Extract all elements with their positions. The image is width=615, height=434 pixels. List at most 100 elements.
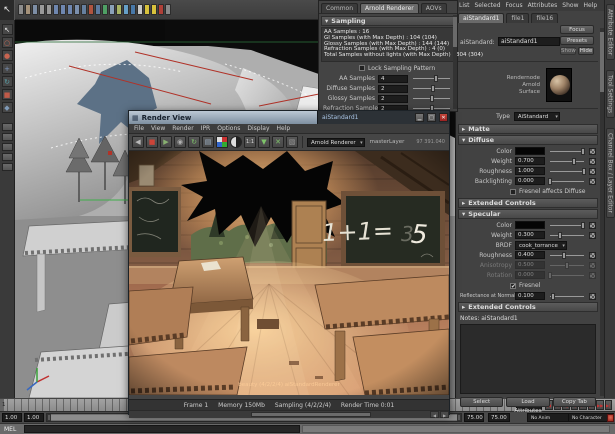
menu-item[interactable]: Options [217,125,240,132]
alpha-channel-icon[interactable] [230,136,242,148]
slider-handle[interactable] [430,95,434,102]
slider-handle[interactable] [581,222,585,229]
copy-tab-button[interactable]: Copy Tab [553,397,596,407]
map-button[interactable] [589,148,596,155]
rotate-tool[interactable]: ↻ [2,76,13,87]
value-field[interactable]: 0.400 [515,251,545,259]
slider-track[interactable] [550,255,584,256]
go-to-end-button[interactable]: ▶| [605,400,613,410]
dock-vertical-tab[interactable]: Channel Box / Layer Editor [606,128,615,218]
rgba-channels-icon[interactable] [216,136,228,148]
layout-hypershade[interactable] [2,163,13,171]
snapshot-icon[interactable]: ◉ [174,136,186,148]
slider-track[interactable] [550,171,584,172]
notes-textarea[interactable] [460,324,596,394]
command-input-field[interactable] [24,425,300,433]
curve-tool-icon[interactable] [95,4,101,15]
menu-item[interactable]: Attributes [528,2,558,9]
undo-icon[interactable] [39,4,45,15]
slider-track[interactable] [550,181,584,182]
previous-image-icon[interactable]: ◀ [132,136,144,148]
specular-section-header[interactable]: ▾ Specular [458,209,598,219]
render-settings-icon[interactable] [144,4,150,15]
render-settings-tab[interactable]: Arnold Renderer [360,3,419,13]
poly-cube-icon[interactable] [53,4,59,15]
rendered-image[interactable]: 1+1= 3 5 [129,151,449,395]
show-button[interactable]: Show [560,47,576,55]
scale-tool[interactable]: ■ [2,89,13,100]
extended-controls-header[interactable]: ▸ Extended Controls [458,198,598,208]
move-tool[interactable]: + [2,63,13,74]
slider-track[interactable] [550,235,584,236]
map-button[interactable] [589,178,596,185]
node-tab[interactable]: file16 [531,13,558,23]
renderer-dropdown[interactable]: Arnold Renderer ▾ [307,138,365,147]
slider-handle[interactable] [562,252,566,259]
map-button[interactable] [589,293,596,300]
slider-handle[interactable] [558,232,562,239]
scroll-right-icon[interactable]: ▶ [440,411,449,418]
map-button[interactable] [589,158,596,165]
dock-vertical-tab[interactable]: Tool Settings [606,70,615,118]
universal-manip-tool[interactable]: ◆ [2,102,13,113]
brdf-dropdown[interactable]: cook_torrance ▾ [515,241,567,250]
value-field[interactable]: 2 [378,85,408,93]
value-field[interactable]: 0.000 [515,177,545,185]
slider-track[interactable] [550,296,584,297]
poly-torus-icon[interactable] [81,4,87,15]
file-open-icon[interactable] [25,4,31,15]
hypershade-icon[interactable] [130,4,136,15]
focus-button[interactable]: Focus [560,25,594,34]
select-button[interactable]: Select [460,397,503,407]
menu-item[interactable]: Display [247,125,269,132]
paint-effects-icon[interactable] [116,4,122,15]
one-to-one-icon[interactable]: 1:1 [244,136,256,148]
poly-plane-icon[interactable] [74,4,80,15]
render-settings-tab[interactable]: Common [321,3,358,13]
diffuse-section-header[interactable]: ▾ Diffuse [458,135,598,145]
fresnel-checkbox[interactable]: ✔ [510,283,516,289]
render-view-scrollbar[interactable]: ◀ ▶ [129,410,449,418]
layout-persp-graph[interactable] [2,153,13,161]
sampling-section-header[interactable]: ▾ Sampling [321,16,455,26]
save-image-icon[interactable]: ▼ [258,136,270,148]
node-tab[interactable]: aiStandard1 [458,13,504,23]
playback-end-field[interactable]: 75.00 [464,413,484,422]
slider-handle[interactable] [565,262,569,269]
slider-track[interactable] [413,78,450,79]
poly-cylinder-icon[interactable] [67,4,73,15]
range-end-handle[interactable] [457,414,461,421]
value-field[interactable]: 0.100 [515,292,545,300]
playback-start-field[interactable]: 1.00 [24,413,44,422]
hide-button[interactable]: Hide [578,47,594,55]
scroll-left-icon[interactable]: ◀ [430,411,439,418]
menu-item[interactable]: List [459,2,470,9]
extended-controls-header-2[interactable]: ▸ Extended Controls [458,302,598,312]
layout-single-pane[interactable] [2,123,13,131]
presets-button[interactable]: Presets [560,36,594,45]
file-new-icon[interactable] [18,4,24,15]
lock-sampling-checkbox[interactable] [359,65,365,71]
color-picker-icon[interactable]: ▧ [286,136,298,148]
slider-handle[interactable] [551,293,555,300]
value-field[interactable]: 0.300 [515,231,545,239]
slider-track[interactable] [550,161,584,162]
minimize-button[interactable]: ▁ [415,113,424,122]
maximize-button[interactable]: □ [427,113,436,122]
slider-handle[interactable] [434,75,438,82]
keep-image-icon[interactable]: ▤ [202,136,214,148]
active-select-tool-icon[interactable]: ↖ [0,0,15,20]
ipr-render-button[interactable]: ▶ [160,136,172,148]
menu-item[interactable]: Help [277,125,291,132]
slider-track[interactable] [413,98,450,99]
dock-vertical-tab[interactable]: Attribute Editor [606,4,615,60]
script-editor-icon[interactable] [165,4,171,15]
poly-sphere-icon[interactable] [60,4,66,15]
slider-track[interactable] [550,275,584,276]
slider-track[interactable] [550,151,584,152]
value-field[interactable]: 2 [378,95,408,103]
map-button[interactable] [589,232,596,239]
material-preview-swatch[interactable] [546,68,572,102]
command-language-label[interactable]: MEL [4,426,16,433]
matte-section-header[interactable]: ▸ Matte [458,124,598,134]
